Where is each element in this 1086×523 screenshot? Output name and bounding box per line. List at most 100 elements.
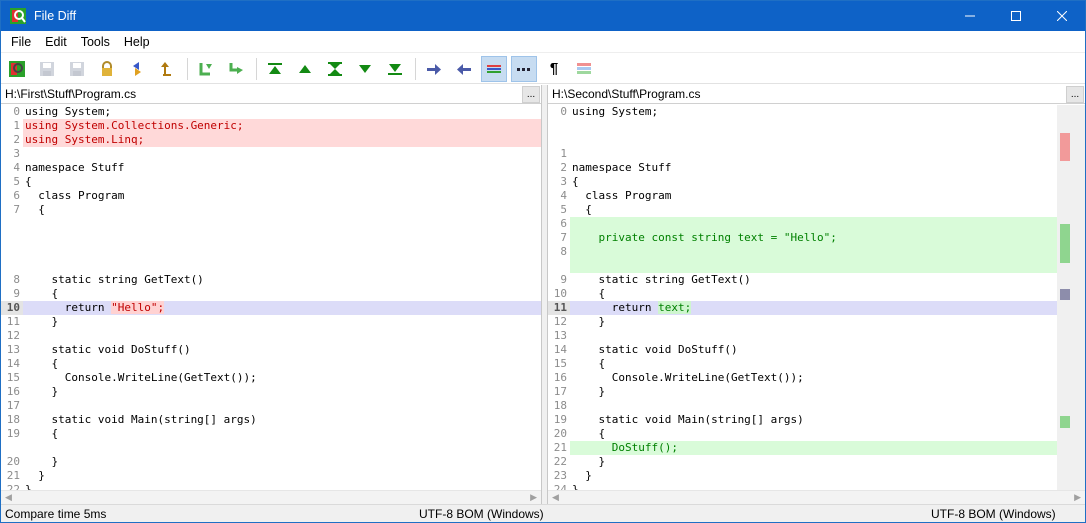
code-line[interactable]: 16 } <box>1 385 541 399</box>
code-line[interactable]: 1 using System.Collections.Generic; <box>1 119 541 133</box>
left-code-view[interactable]: 0 using System; 1 using System.Collections.… <box>1 105 541 490</box>
code-line[interactable]: 6 class Program <box>1 189 541 203</box>
diff-overview-bar[interactable] <box>1057 105 1085 490</box>
code-line[interactable]: 19 static void Main(string[] args) <box>548 413 1057 427</box>
code-line[interactable]: 9 { <box>1 287 541 301</box>
code-line[interactable]: 12 } <box>548 315 1057 329</box>
code-line[interactable]: 20 { <box>548 427 1057 441</box>
code-line[interactable]: 11 return text; <box>548 301 1057 315</box>
up-folder-button[interactable] <box>154 56 180 82</box>
code-line[interactable]: 9 static string GetText() <box>548 273 1057 287</box>
scroll-right-icon[interactable]: ▶ <box>530 492 537 503</box>
code-line[interactable]: 0 using System; <box>548 105 1057 119</box>
code-line[interactable]: 5{ <box>1 175 541 189</box>
scroll-right-icon[interactable]: ▶ <box>1074 492 1081 503</box>
code-line[interactable]: 17 } <box>548 385 1057 399</box>
code-line[interactable]: 16 Console.WriteLine(GetText()); <box>548 371 1057 385</box>
code-line[interactable]: 4 namespace Stuff <box>1 161 541 175</box>
show-lines-icon <box>487 64 501 73</box>
goto-left-button[interactable] <box>451 56 477 82</box>
code-line[interactable]: 18 <box>548 399 1057 413</box>
code-line[interactable]: 13 static void DoStuff() <box>1 343 541 357</box>
code-line[interactable]: 11 } <box>1 315 541 329</box>
code-line[interactable]: 15 { <box>548 357 1057 371</box>
left-path-field[interactable]: H:\First\Stuff\Program.cs <box>1 87 522 101</box>
line-text: } <box>25 469 45 482</box>
code-line[interactable]: 14 static void DoStuff() <box>548 343 1057 357</box>
overview-button[interactable] <box>571 56 597 82</box>
compare-button[interactable] <box>4 56 30 82</box>
code-line[interactable]: 22 } <box>548 455 1057 469</box>
code-line[interactable] <box>548 133 1057 147</box>
copy-left-button[interactable] <box>193 56 219 82</box>
minimize-button[interactable] <box>947 1 993 31</box>
code-line[interactable]: 7 { <box>1 203 541 217</box>
code-line[interactable]: 0 using System; <box>1 105 541 119</box>
code-line[interactable]: 19 { <box>1 427 541 441</box>
current-diff-button[interactable] <box>322 56 348 82</box>
code-line[interactable]: 10 return "Hello"; <box>1 301 541 315</box>
toolbar-separator <box>256 57 257 80</box>
left-browse-button[interactable]: ... <box>522 85 540 103</box>
goto-right-button[interactable] <box>421 56 447 82</box>
line-number: 16 <box>1 385 23 399</box>
code-line[interactable]: 2 using System.Linq; <box>1 133 541 147</box>
last-diff-button[interactable] <box>382 56 408 82</box>
close-button[interactable] <box>1039 1 1085 31</box>
code-line[interactable]: 17 <box>1 399 541 413</box>
code-line[interactable]: 5 { <box>548 203 1057 217</box>
code-line[interactable] <box>1 441 541 455</box>
code-line[interactable]: 20 } <box>1 455 541 469</box>
code-line[interactable]: 12 <box>1 329 541 343</box>
code-line[interactable]: 6 <box>548 217 1057 231</box>
scroll-left-icon[interactable]: ◀ <box>552 492 559 503</box>
lock-button[interactable] <box>94 56 120 82</box>
menu-tools[interactable]: Tools <box>74 31 117 53</box>
show-dashes-button[interactable] <box>511 55 537 82</box>
code-line[interactable]: 7 private const string text = "Hello"; <box>548 231 1057 245</box>
code-line[interactable]: 21 } <box>1 469 541 483</box>
save-button[interactable] <box>34 56 60 82</box>
code-line[interactable]: 8 static string GetText() <box>1 273 541 287</box>
maximize-button[interactable] <box>993 1 1039 31</box>
menu-file[interactable]: File <box>1 31 38 53</box>
right-horizontal-scrollbar[interactable]: ◀ ▶ <box>548 490 1085 504</box>
code-line[interactable]: 3{ <box>548 175 1057 189</box>
code-line[interactable]: 10 { <box>548 287 1057 301</box>
code-line[interactable] <box>1 259 541 273</box>
code-line[interactable]: 15 Console.WriteLine(GetText()); <box>1 371 541 385</box>
code-line[interactable]: 14 { <box>1 357 541 371</box>
right-browse-button[interactable]: ... <box>1066 85 1084 103</box>
scroll-left-icon[interactable]: ◀ <box>5 492 12 503</box>
code-line[interactable]: 1 <box>548 147 1057 161</box>
right-path-field[interactable]: H:\Second\Stuff\Program.cs <box>548 87 1066 101</box>
code-line[interactable]: 21 DoStuff(); <box>548 441 1057 455</box>
menu-edit[interactable]: Edit <box>38 31 74 53</box>
save-all-button[interactable] <box>64 56 90 82</box>
next-diff-button[interactable] <box>352 56 378 82</box>
code-line[interactable]: 18 static void Main(string[] args) <box>1 413 541 427</box>
left-horizontal-scrollbar[interactable]: ◀ ▶ <box>1 490 541 504</box>
line-number: 8 <box>1 273 23 287</box>
code-line[interactable]: 22} <box>1 483 541 490</box>
right-code-view[interactable]: 0 using System; 1 2 namespace Stuff 3{4 class… <box>548 105 1057 490</box>
copy-right-button[interactable] <box>223 56 249 82</box>
code-line[interactable] <box>548 119 1057 133</box>
code-line[interactable] <box>1 217 541 231</box>
first-diff-button[interactable] <box>262 56 288 82</box>
code-line[interactable] <box>1 231 541 245</box>
code-line[interactable] <box>548 259 1057 273</box>
swap-button[interactable] <box>124 56 150 82</box>
code-line[interactable]: 23 } <box>548 469 1057 483</box>
prev-diff-button[interactable] <box>292 56 318 82</box>
menu-help[interactable]: Help <box>117 31 157 53</box>
code-line[interactable]: 3 <box>1 147 541 161</box>
code-line[interactable]: 24} <box>548 483 1057 490</box>
code-line[interactable] <box>1 245 541 259</box>
code-line[interactable]: 4 class Program <box>548 189 1057 203</box>
show-lines-button[interactable] <box>481 55 507 82</box>
whitespace-button[interactable]: ¶ <box>541 56 567 82</box>
code-line[interactable]: 13 <box>548 329 1057 343</box>
code-line[interactable]: 2 namespace Stuff <box>548 161 1057 175</box>
code-line[interactable]: 8 <box>548 245 1057 259</box>
